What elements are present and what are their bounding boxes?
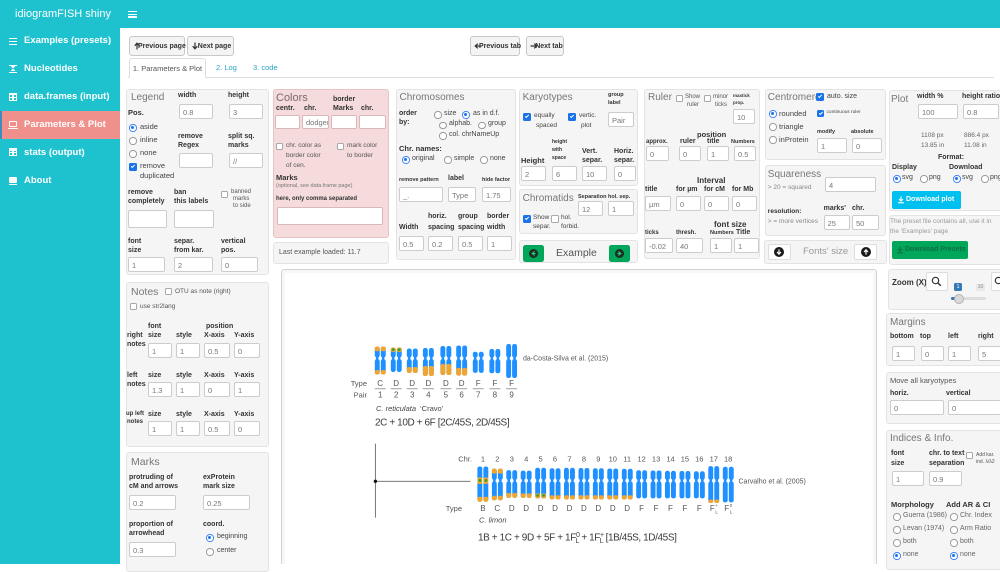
svg-text:10: 10 [609,455,617,464]
svg-text:F: F [654,504,659,513]
svg-text:0: 0 [730,503,733,508]
svg-text:D: D [567,504,573,513]
svg-text:D: D [610,504,616,513]
svg-text:F: F [682,504,687,513]
svg-text:1: 1 [378,391,383,400]
svg-text:D: D [523,504,529,513]
svg-text:9: 9 [596,455,600,464]
svg-text:C: C [377,379,383,388]
svg-text:6: 6 [459,391,464,400]
svg-text:D: D [538,504,544,513]
svg-text:F: F [509,379,514,388]
svg-text:2C + 10D + 6F [2C/45S, 2D/45S]: 2C + 10D + 6F [2C/45S, 2D/45S] [375,418,510,429]
svg-text:C. reticulata: C. reticulata [376,404,416,413]
svg-text:1B + 1C + 9D + 5F + 1F0L + 1F+: 1B + 1C + 9D + 5F + 1F0L + 1F+L [1B/45S,… [478,532,677,545]
svg-text:17: 17 [710,455,718,464]
svg-text:8: 8 [582,455,586,464]
svg-text:7: 7 [476,391,481,400]
svg-text:‘Cravo’: ‘Cravo’ [420,404,444,413]
svg-text:D: D [624,504,630,513]
svg-text:12: 12 [637,455,645,464]
svg-text:11: 11 [623,455,631,464]
svg-text:D: D [509,504,515,513]
svg-text:4: 4 [426,391,431,400]
svg-text:6: 6 [553,455,557,464]
svg-text:5: 5 [539,455,543,464]
svg-text:7: 7 [567,455,571,464]
svg-text:D: D [581,504,587,513]
svg-text:4: 4 [524,455,528,464]
svg-text:F: F [724,504,729,513]
svg-text:D: D [426,379,432,388]
svg-text:3: 3 [410,391,415,400]
svg-text:D: D [393,379,399,388]
svg-text:2: 2 [495,455,499,464]
svg-text:+: + [715,503,718,508]
svg-text:B: B [480,504,485,513]
svg-text:D: D [552,504,558,513]
svg-text:C. limon: C. limon [479,516,507,525]
svg-text:Pair: Pair [354,391,368,400]
svg-text:Type: Type [446,504,462,513]
svg-text:C: C [494,504,500,513]
svg-text:F: F [710,504,715,513]
svg-text:1: 1 [481,455,485,464]
svg-text:5: 5 [444,391,449,400]
svg-text:14: 14 [666,455,674,464]
svg-text:D: D [443,379,449,388]
svg-text:2: 2 [394,391,399,400]
svg-text:L: L [715,509,718,514]
svg-text:Carvalho et al. (2005): Carvalho et al. (2005) [739,479,806,486]
svg-text:3: 3 [510,455,514,464]
svg-text:F: F [697,504,702,513]
svg-text:16: 16 [695,455,703,464]
svg-text:da-Costa-Silva et al. (2015): da-Costa-Silva et al. (2015) [523,356,608,363]
svg-text:Chr.: Chr. [458,455,472,464]
svg-text:9: 9 [509,391,514,400]
svg-text:D: D [595,504,601,513]
svg-text:L: L [730,509,733,514]
svg-text:15: 15 [681,455,689,464]
svg-text:D: D [409,379,415,388]
svg-text:F: F [639,504,644,513]
svg-text:F: F [668,504,673,513]
svg-text:Type: Type [351,379,367,388]
svg-text:18: 18 [724,455,732,464]
svg-text:D: D [459,379,465,388]
svg-text:F: F [492,379,497,388]
svg-text:F: F [476,379,481,388]
svg-text:13: 13 [652,455,660,464]
svg-text:8: 8 [493,391,498,400]
